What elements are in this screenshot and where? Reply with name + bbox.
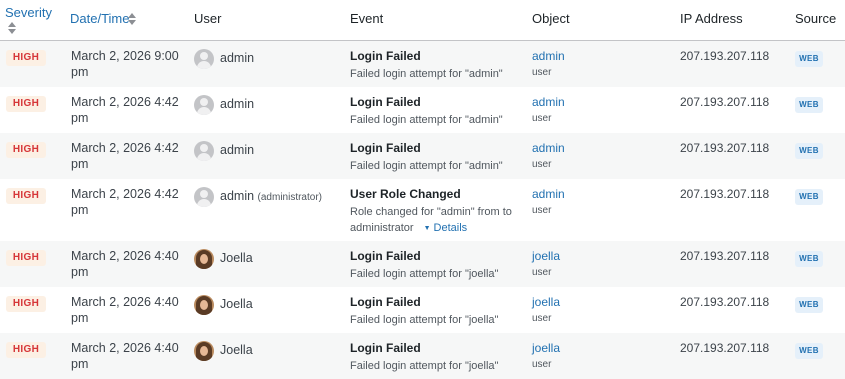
table-row: HIGH March 2, 2026 4:42 pm admin Login Fail… — [0, 133, 845, 179]
object-link[interactable]: joella — [532, 341, 560, 355]
datetime-sort-icon[interactable] — [128, 13, 136, 26]
object-link[interactable]: joella — [532, 295, 560, 309]
default-avatar-icon — [194, 95, 214, 115]
severity-badge: HIGH — [6, 296, 46, 312]
ip-address: 207.193.207.118 — [680, 295, 770, 309]
event-datetime: March 2, 2026 4:42 pm — [71, 95, 179, 125]
column-datetime[interactable]: Date/Time — [70, 11, 129, 26]
event-title: Login Failed — [350, 249, 421, 263]
object-link[interactable]: admin — [532, 187, 565, 201]
severity-badge: HIGH — [6, 342, 46, 358]
ip-address: 207.193.207.118 — [680, 187, 770, 201]
event-description: Failed login attempt for "joella" — [350, 360, 499, 372]
column-user: User — [194, 11, 222, 26]
table-header: Severity Date/Time User Event Object IP … — [0, 0, 845, 41]
column-object: Object — [532, 11, 570, 26]
column-event: Event — [350, 11, 384, 26]
severity-badge: HIGH — [6, 96, 46, 112]
severity-badge: HIGH — [6, 250, 46, 266]
object-type: user — [532, 113, 552, 124]
source-badge: WEB — [795, 297, 823, 313]
table-row: HIGH March 2, 2026 4:42 pm admin Login Fail… — [0, 87, 845, 133]
default-avatar-icon — [194, 141, 214, 161]
object-type: user — [532, 159, 552, 170]
activity-log-table: Severity Date/Time User Event Object IP … — [0, 0, 845, 379]
event-datetime: March 2, 2026 4:40 pm — [71, 295, 179, 325]
ip-address: 207.193.207.118 — [680, 95, 770, 109]
user-role: (administrator) — [257, 192, 322, 203]
event-title: User Role Changed — [350, 187, 461, 201]
column-source: Source — [795, 11, 837, 26]
severity-badge: HIGH — [6, 142, 46, 158]
user-name: admin — [220, 51, 255, 65]
event-datetime: March 2, 2026 4:40 pm — [71, 249, 179, 279]
user-name: Joella — [220, 251, 253, 265]
event-title: Login Failed — [350, 341, 421, 355]
source-badge: WEB — [795, 143, 823, 159]
table-row: HIGH March 2, 2026 9:00 pm admin Login Fail… — [0, 41, 845, 87]
object-link[interactable]: admin — [532, 49, 565, 63]
default-avatar-icon — [194, 49, 214, 69]
object-type: user — [532, 359, 552, 370]
event-description: Failed login attempt for "admin" — [350, 160, 503, 172]
event-description: Role changed for "admin" from to adminis… — [350, 206, 512, 234]
event-datetime: March 2, 2026 9:00 pm — [71, 49, 179, 79]
table-row: HIGH March 2, 2026 4:40 pm Joella Login Fai… — [0, 287, 845, 333]
event-description: Failed login attempt for "admin" — [350, 68, 503, 80]
severity-badge: HIGH — [6, 188, 46, 204]
object-link[interactable]: joella — [532, 249, 560, 263]
source-badge: WEB — [795, 51, 823, 67]
event-title: Login Failed — [350, 49, 421, 63]
user-name: Joella — [220, 343, 253, 357]
ip-address: 207.193.207.118 — [680, 141, 770, 155]
event-title: Login Failed — [350, 295, 421, 309]
source-badge: WEB — [795, 189, 823, 205]
column-severity[interactable]: Severity — [5, 5, 52, 20]
user-photo-avatar — [194, 249, 214, 269]
event-datetime: March 2, 2026 4:40 pm — [71, 341, 179, 371]
severity-badge: HIGH — [6, 50, 46, 66]
user-name: admin — [220, 97, 255, 111]
source-badge: WEB — [795, 251, 823, 267]
object-type: user — [532, 267, 552, 278]
table-row: HIGH March 2, 2026 4:42 pm admin (administ… — [0, 179, 845, 241]
event-title: Login Failed — [350, 95, 421, 109]
event-datetime: March 2, 2026 4:42 pm — [71, 187, 179, 217]
details-toggle[interactable]: ▼ Details — [424, 222, 468, 234]
object-link[interactable]: admin — [532, 95, 565, 109]
user-photo-avatar — [194, 295, 214, 315]
object-link[interactable]: admin — [532, 141, 565, 155]
table-body: HIGH March 2, 2026 9:00 pm admin Login Fail… — [0, 41, 845, 379]
default-avatar-icon — [194, 187, 214, 207]
ip-address: 207.193.207.118 — [680, 249, 770, 263]
event-title: Login Failed — [350, 141, 421, 155]
source-badge: WEB — [795, 97, 823, 113]
table-row: HIGH March 2, 2026 4:40 pm Joella Login Fai… — [0, 333, 845, 379]
caret-down-icon: ▼ — [423, 225, 431, 232]
table-row: HIGH March 2, 2026 4:40 pm Joella Login Fai… — [0, 241, 845, 287]
ip-address: 207.193.207.118 — [680, 341, 770, 355]
user-name: Joella — [220, 297, 253, 311]
user-photo-avatar — [194, 341, 214, 361]
source-badge: WEB — [795, 343, 823, 359]
event-description: Failed login attempt for "joella" — [350, 314, 499, 326]
user-name: admin (administrator) — [220, 189, 322, 203]
ip-address: 207.193.207.118 — [680, 49, 770, 63]
event-datetime: March 2, 2026 4:42 pm — [71, 141, 179, 171]
object-type: user — [532, 313, 552, 324]
column-ip-address: IP Address — [680, 11, 743, 26]
severity-sort-icon[interactable] — [8, 22, 16, 35]
object-type: user — [532, 205, 552, 216]
object-type: user — [532, 67, 552, 78]
user-name: admin — [220, 143, 255, 157]
event-description: Failed login attempt for "joella" — [350, 268, 499, 280]
event-description: Failed login attempt for "admin" — [350, 114, 503, 126]
